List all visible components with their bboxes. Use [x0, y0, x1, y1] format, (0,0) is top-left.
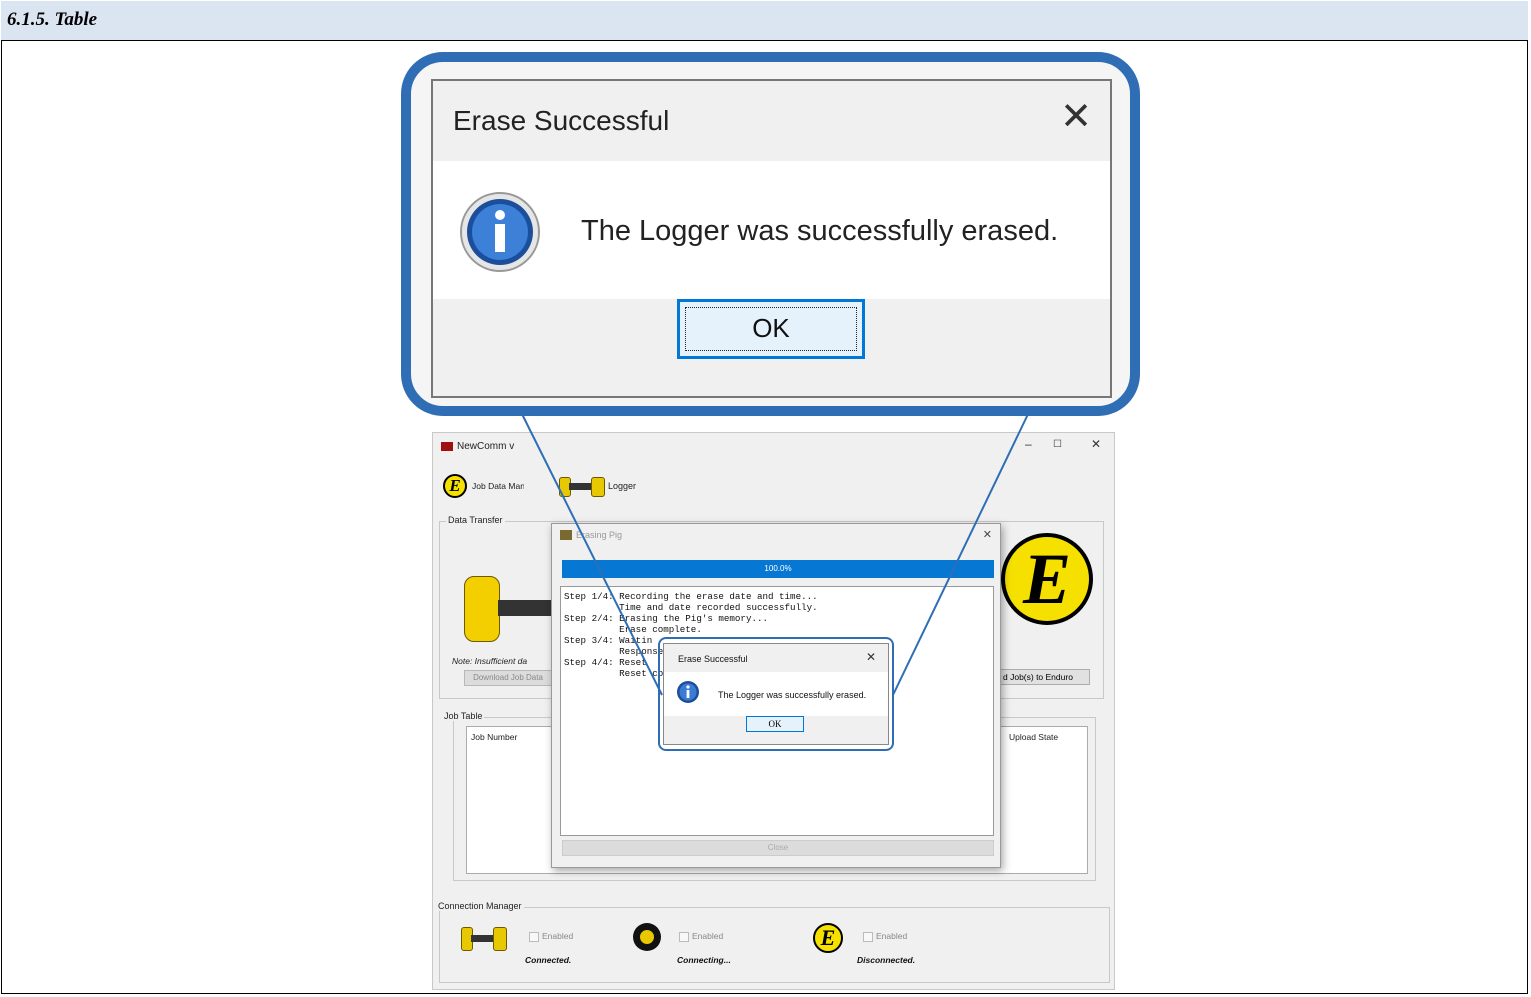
enduro-large-e-icon: E [1001, 533, 1093, 625]
messagebox-ok-button[interactable]: OK [677, 299, 865, 359]
callout-source-highlight [658, 637, 894, 751]
receiver-connection-status: Connecting... [677, 955, 731, 965]
download-job-data-button[interactable]: Download Job Data [464, 670, 552, 686]
column-header-job-number[interactable]: Job Number [471, 732, 517, 742]
erase-progress-bar: 100.0% [562, 560, 994, 578]
window-title: NewComm v [441, 441, 514, 452]
receiver-enabled-label: Enabled [692, 931, 724, 941]
erase-successful-messagebox-zoomed: Erase Successful ✕ The Logger was succes… [431, 79, 1112, 398]
column-header-upload-state[interactable]: Upload State [1009, 732, 1058, 742]
tab-job-data-manager-label: Job Data Manager [472, 481, 524, 491]
messagebox-title: Erase Successful [453, 105, 670, 136]
logger-enabled-label: Enabled [542, 931, 574, 941]
enduro-e-icon: E [443, 474, 467, 498]
messagebox-message: The Logger was successfully erased. [581, 215, 1059, 247]
receiver-connection-icon [633, 923, 661, 951]
job-table-legend: Job Table [442, 711, 485, 721]
maximize-button[interactable]: ☐ [1053, 439, 1062, 450]
insufficient-data-note: Note: Insufficient da [452, 656, 528, 666]
connection-manager-legend: Connection Manager [436, 901, 524, 911]
upload-jobs-to-enduro-button[interactable]: d Job(s) to Enduro [998, 669, 1090, 685]
messagebox-body: The Logger was successfully erased. [433, 161, 1110, 299]
logger-connection-status: Connected. [525, 955, 572, 965]
enduro-connection-status: Disconnected. [857, 955, 916, 965]
info-large-icon [460, 192, 540, 272]
erasing-pig-close-icon[interactable]: ✕ [983, 528, 992, 541]
pig-image [464, 576, 554, 642]
enduro-connection-icon: E [813, 923, 843, 953]
tab-job-data-manager[interactable]: E Job Data Manager [443, 471, 524, 501]
messagebox-ok-label: OK [685, 307, 857, 351]
erase-close-button[interactable]: Close [562, 840, 994, 856]
erasing-pig-title: Erasing Pig [576, 530, 623, 540]
receiver-enabled-checkbox[interactable]: Enabled [679, 931, 723, 942]
logger-enabled-checkbox[interactable]: Enabled [529, 931, 573, 942]
logger-connection-icon [461, 927, 507, 951]
enduro-enabled-label: Enabled [876, 931, 908, 941]
enduro-enabled-checkbox[interactable]: Enabled [863, 931, 907, 942]
data-transfer-legend: Data Transfer [446, 515, 505, 525]
figure-caption: 6.1.5. Table [1, 1, 1528, 41]
logger-pig-icon [559, 477, 605, 497]
tab-logger-label: Logger [608, 481, 637, 491]
tab-logger[interactable]: Logger [559, 471, 636, 501]
close-button[interactable]: ✕ [1091, 437, 1101, 451]
erasing-pig-title-icon [560, 530, 572, 540]
connection-manager-group: Connection Manager [436, 901, 1110, 983]
messagebox-close-icon[interactable]: ✕ [1060, 97, 1092, 137]
minimize-button[interactable]: – [1025, 437, 1032, 451]
window-title-text: NewComm v [457, 441, 515, 452]
app-logo-icon [441, 441, 453, 451]
